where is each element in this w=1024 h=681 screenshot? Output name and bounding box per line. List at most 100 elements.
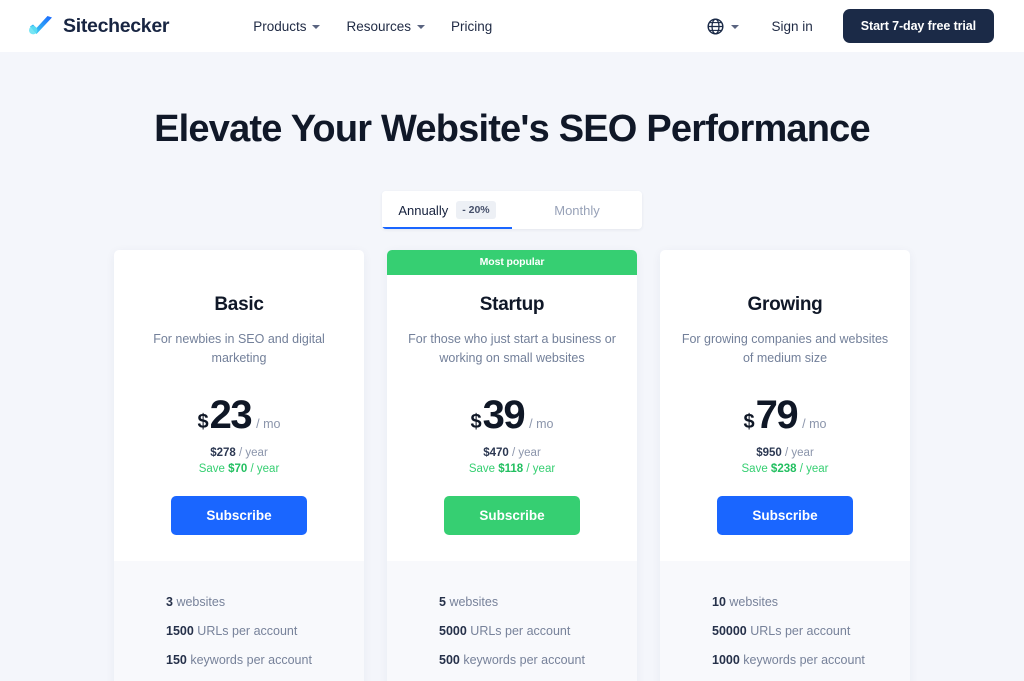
yearly-suffix: / year bbox=[785, 447, 814, 459]
feature-item: 5000 backlinks per account bbox=[439, 674, 637, 681]
nav-item-resources[interactable]: Resources bbox=[346, 18, 426, 34]
feature-item: 5000 URLs per account bbox=[439, 616, 637, 645]
plan-card-startup: Most popular Startup For those who just … bbox=[387, 250, 637, 681]
plan-yearly-price: $950 / year bbox=[680, 447, 890, 459]
feature-item: 1000 keywords per account bbox=[712, 645, 910, 674]
feature-text: keywords per account bbox=[190, 652, 312, 667]
feature-text: websites bbox=[176, 594, 226, 609]
yearly-amount: $470 bbox=[483, 447, 509, 459]
plan-body: Basic For newbies in SEO and digital mar… bbox=[114, 275, 364, 535]
site-header: Sitechecker Products Resources Pricing S… bbox=[0, 0, 1024, 52]
feature-value: 3 bbox=[166, 594, 173, 609]
feature-value: 5 bbox=[439, 594, 446, 609]
feature-item: 500 keywords per account bbox=[439, 645, 637, 674]
annual-discount-badge: - 20% bbox=[456, 201, 496, 219]
plan-name: Startup bbox=[479, 294, 545, 315]
billing-toggle: Annually - 20% Monthly bbox=[382, 191, 642, 229]
brand-logo[interactable]: Sitechecker bbox=[28, 14, 170, 38]
tab-annually-label: Annually bbox=[398, 202, 449, 218]
feature-value: 1500 bbox=[166, 623, 194, 638]
feature-text: URLs per account bbox=[750, 623, 851, 638]
plan-card-growing: Growing For growing companies and websit… bbox=[660, 250, 910, 681]
save-amount: $70 bbox=[228, 463, 248, 475]
save-suffix: / year bbox=[250, 463, 280, 475]
feature-value: 150 bbox=[166, 652, 187, 667]
plan-savings: Save $118 / year bbox=[407, 463, 617, 475]
save-prefix: Save bbox=[741, 463, 768, 475]
plan-card-basic: Basic For newbies in SEO and digital mar… bbox=[114, 250, 364, 681]
tab-monthly[interactable]: Monthly bbox=[512, 191, 642, 229]
plan-name: Growing bbox=[747, 294, 823, 315]
feature-item: 3 websites bbox=[166, 587, 364, 616]
price-period: / mo bbox=[256, 417, 281, 431]
feature-text: keywords per account bbox=[743, 652, 865, 667]
nav-item-pricing[interactable]: Pricing bbox=[451, 19, 492, 34]
subscribe-button[interactable]: Subscribe bbox=[171, 496, 307, 535]
tab-monthly-label: Monthly bbox=[554, 202, 600, 218]
checkmark-logo-icon bbox=[29, 16, 52, 35]
price-period: / mo bbox=[802, 417, 827, 431]
plan-price: $ 39 / mo bbox=[407, 395, 617, 435]
feature-item: 10000 backlinks per account bbox=[712, 674, 910, 681]
globe-icon bbox=[706, 17, 724, 35]
save-suffix: / year bbox=[526, 463, 556, 475]
sign-in-link[interactable]: Sign in bbox=[772, 19, 813, 34]
feature-value: 10 bbox=[712, 594, 726, 609]
header-actions: Sign in Start 7-day free trial bbox=[706, 9, 994, 43]
nav-label-products: Products bbox=[253, 18, 307, 34]
nav-label-pricing: Pricing bbox=[451, 18, 493, 34]
feature-item: 5 websites bbox=[439, 587, 637, 616]
plan-body: Startup For those who just start a busin… bbox=[387, 275, 637, 535]
brand-name: Sitechecker bbox=[63, 14, 170, 37]
plan-name: Basic bbox=[214, 294, 264, 315]
price-amount: 23 bbox=[209, 393, 253, 437]
feature-value: 1000 bbox=[712, 652, 740, 667]
pricing-plans: Basic For newbies in SEO and digital mar… bbox=[0, 250, 1024, 681]
feature-item: 10 websites bbox=[712, 587, 910, 616]
plan-yearly-price: $470 / year bbox=[407, 447, 617, 459]
plan-savings: Save $238 / year bbox=[680, 463, 890, 475]
save-amount: $238 bbox=[770, 463, 797, 475]
yearly-amount: $278 bbox=[210, 447, 236, 459]
plan-top-spacer bbox=[660, 250, 910, 275]
price-amount: 39 bbox=[482, 393, 526, 437]
feature-item: 50000 URLs per account bbox=[712, 616, 910, 645]
price-currency: $ bbox=[197, 411, 209, 433]
start-free-trial-button[interactable]: Start 7-day free trial bbox=[842, 9, 994, 43]
feature-value: 50000 bbox=[712, 623, 747, 638]
nav-item-products[interactable]: Products bbox=[253, 18, 321, 34]
price-period: / mo bbox=[529, 417, 554, 431]
plan-description: For newbies in SEO and digital marketing bbox=[153, 332, 325, 365]
subscribe-button[interactable]: Subscribe bbox=[717, 496, 853, 535]
feature-value: 5000 bbox=[439, 623, 467, 638]
plan-description: For growing companies and websites of me… bbox=[681, 332, 889, 365]
page-title: Elevate Your Website's SEO Performance bbox=[154, 108, 871, 150]
most-popular-ribbon: Most popular bbox=[387, 250, 637, 275]
feature-text: URLs per account bbox=[197, 623, 298, 638]
feature-item: 3000 backlinks per account bbox=[166, 674, 364, 681]
chevron-down-icon bbox=[417, 25, 426, 29]
chevron-down-icon bbox=[312, 25, 321, 29]
plan-features: 3 websites 1500 URLs per account 150 key… bbox=[114, 561, 364, 681]
plan-description: For those who just start a business or w… bbox=[408, 332, 616, 365]
subscribe-button[interactable]: Subscribe bbox=[444, 496, 580, 535]
yearly-suffix: / year bbox=[512, 447, 541, 459]
nav-label-resources: Resources bbox=[346, 18, 412, 34]
price-currency: $ bbox=[743, 411, 755, 433]
tab-annually[interactable]: Annually - 20% bbox=[382, 191, 512, 229]
plan-price: $ 23 / mo bbox=[134, 395, 344, 435]
feature-text: websites bbox=[449, 594, 499, 609]
yearly-amount: $950 bbox=[756, 447, 782, 459]
feature-text: keywords per account bbox=[463, 652, 585, 667]
save-prefix: Save bbox=[198, 463, 225, 475]
feature-text: URLs per account bbox=[470, 623, 571, 638]
plan-savings: Save $70 / year bbox=[134, 463, 344, 475]
plan-body: Growing For growing companies and websit… bbox=[660, 275, 910, 535]
save-amount: $118 bbox=[498, 463, 524, 475]
chevron-down-icon bbox=[730, 25, 739, 29]
feature-text: websites bbox=[729, 594, 779, 609]
yearly-suffix: / year bbox=[239, 447, 268, 459]
price-currency: $ bbox=[470, 411, 482, 433]
save-prefix: Save bbox=[468, 463, 496, 475]
language-selector[interactable] bbox=[706, 17, 739, 35]
